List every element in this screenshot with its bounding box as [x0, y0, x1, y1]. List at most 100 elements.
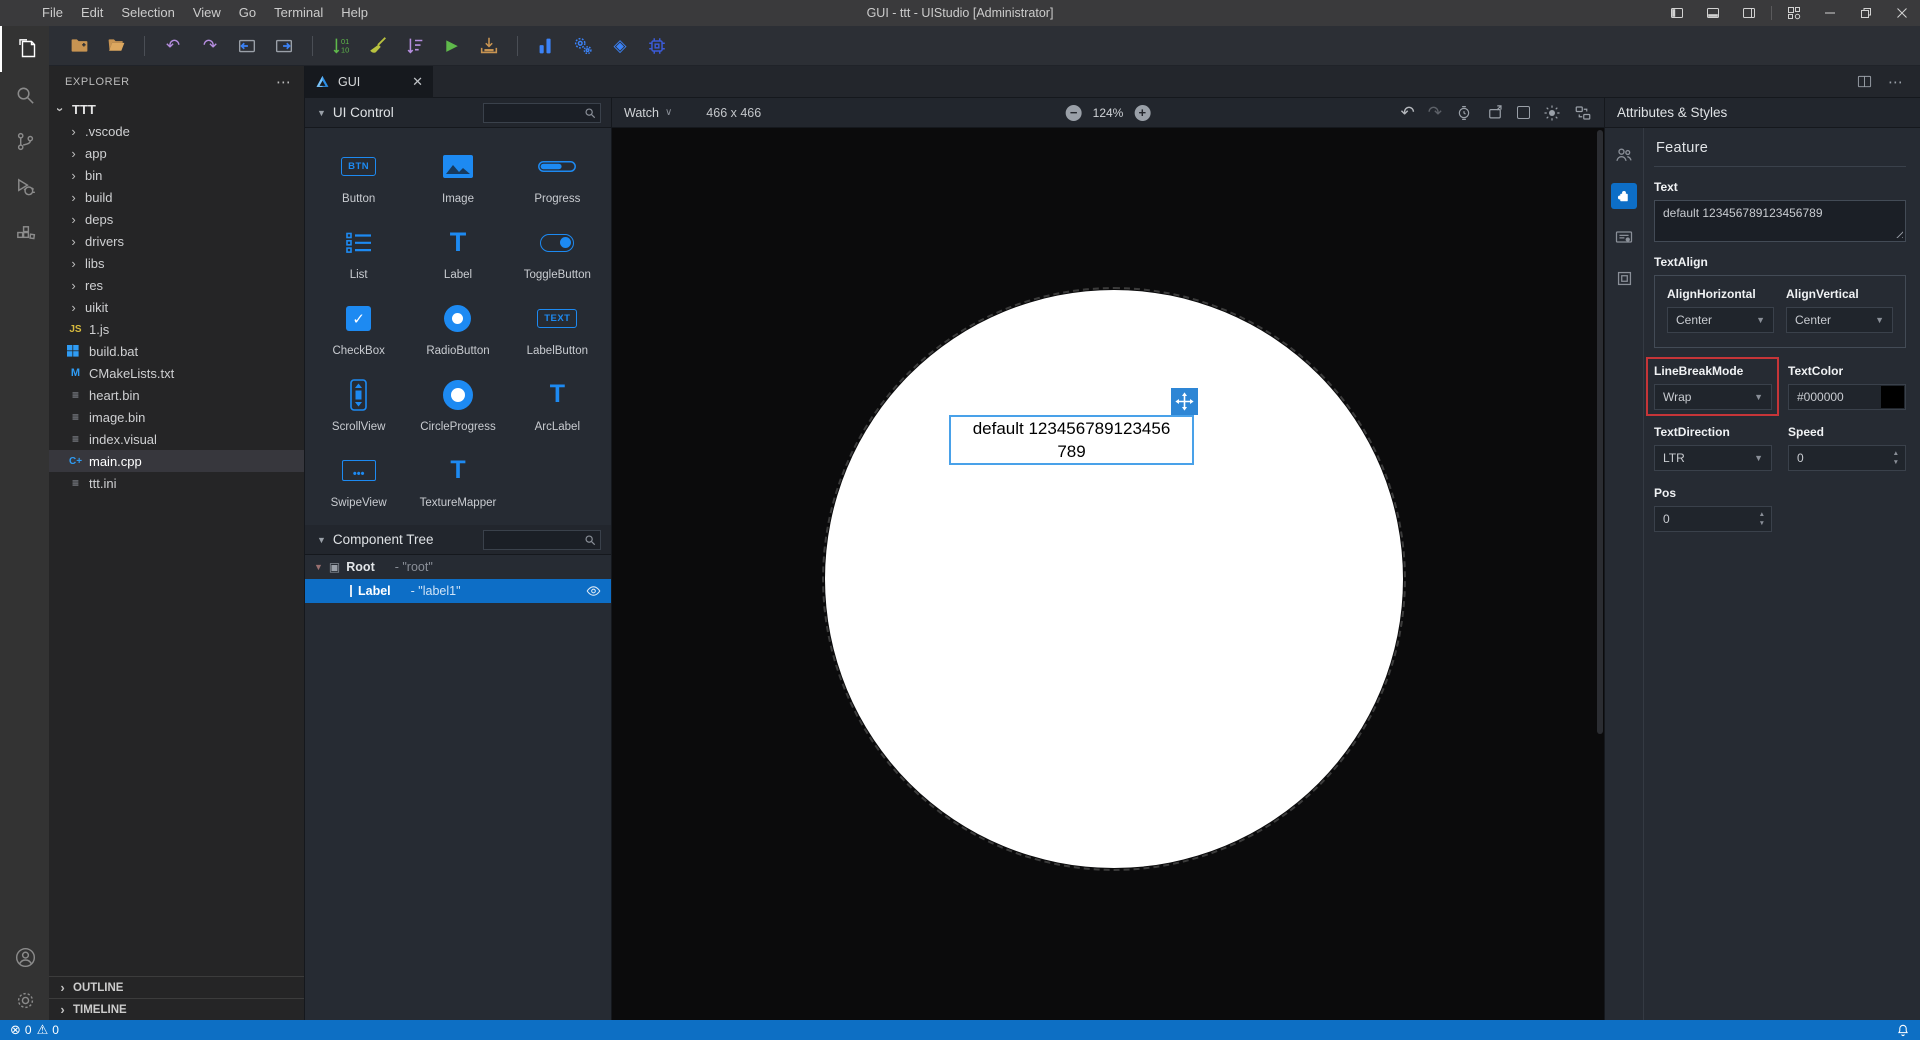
- layout-sidebar-right-icon[interactable]: [1731, 0, 1767, 26]
- palette-checkbox[interactable]: ✓ CheckBox: [309, 292, 408, 365]
- activity-search-icon[interactable]: [0, 72, 49, 118]
- tree-file-maincpp[interactable]: C+ main.cpp: [49, 450, 304, 472]
- brightness-sun-icon[interactable]: [1543, 104, 1561, 122]
- chip-icon[interactable]: [645, 34, 669, 58]
- pos-input[interactable]: 0 ▲ ▼: [1654, 506, 1772, 532]
- palette-list[interactable]: List: [309, 216, 408, 289]
- open-folder-icon[interactable]: [104, 34, 128, 58]
- stepper-arrows-icon[interactable]: ▲ ▼: [1759, 511, 1765, 526]
- visibility-eye-icon[interactable]: [586, 585, 601, 597]
- split-editor-icon[interactable]: [1857, 74, 1872, 89]
- menu-selection[interactable]: Selection: [112, 0, 183, 26]
- outline-section[interactable]: › OUTLINE: [49, 976, 304, 998]
- new-folder-icon[interactable]: [67, 34, 91, 58]
- palette-image[interactable]: Image: [408, 140, 507, 213]
- ui-control-search-input[interactable]: [488, 105, 584, 120]
- activity-extensions-icon[interactable]: [0, 210, 49, 256]
- textdirection-select[interactable]: LTR ▼: [1654, 445, 1772, 471]
- notifications-bell-icon[interactable]: [1896, 1023, 1910, 1037]
- palette-texturemapper[interactable]: T TextureMapper: [408, 444, 507, 517]
- layout-panel-icon[interactable]: [1695, 0, 1731, 26]
- text-value-input[interactable]: default 123456789123456789: [1654, 200, 1906, 242]
- palette-arclabel[interactable]: T ArcLabel: [508, 368, 607, 441]
- tree-folder-uikit[interactable]: › uikit: [49, 296, 304, 318]
- tree-folder-libs[interactable]: › libs: [49, 252, 304, 274]
- timeline-section[interactable]: › TIMELINE: [49, 998, 304, 1020]
- tree-file-buildbat[interactable]: build.bat: [49, 340, 304, 362]
- gears-icon[interactable]: [571, 34, 595, 58]
- errors-status[interactable]: ⊗ 0: [10, 1022, 32, 1038]
- rotate-screen-icon[interactable]: [1486, 104, 1504, 122]
- tree-root-ttt[interactable]: › TTT: [49, 98, 304, 120]
- menu-terminal[interactable]: Terminal: [265, 0, 332, 26]
- stats-bars-icon[interactable]: [534, 34, 558, 58]
- canvas-label-element[interactable]: default 123456789123456 789: [949, 415, 1194, 465]
- activity-run-debug-icon[interactable]: [0, 164, 49, 210]
- speed-input[interactable]: 0 ▲ ▼: [1788, 445, 1906, 471]
- tree-folder-build[interactable]: › build: [49, 186, 304, 208]
- tab-gui[interactable]: GUI ✕: [305, 65, 433, 98]
- sort-lines-icon[interactable]: [403, 34, 427, 58]
- explorer-more-actions-icon[interactable]: ⋯: [276, 73, 292, 91]
- redo-icon[interactable]: ↷: [198, 34, 222, 58]
- collapse-triangle-icon[interactable]: ▼: [314, 562, 323, 572]
- palette-label-item[interactable]: T Label: [408, 216, 507, 289]
- zoom-in-button[interactable]: +: [1134, 104, 1151, 121]
- tree-node-label1[interactable]: Label - "label1": [305, 579, 611, 603]
- tree-file-imagebin[interactable]: ≡ image.bin: [49, 406, 304, 428]
- tree-folder-drivers[interactable]: › drivers: [49, 230, 304, 252]
- tree-file-1js[interactable]: JS 1.js: [49, 318, 304, 340]
- account-icon[interactable]: [0, 934, 49, 980]
- menu-go[interactable]: Go: [230, 0, 265, 26]
- diamond-icon[interactable]: ◈: [608, 34, 632, 58]
- stepper-arrows-icon[interactable]: ▲ ▼: [1893, 450, 1899, 465]
- run-play-icon[interactable]: ▶: [440, 34, 464, 58]
- palette-scrollview[interactable]: ScrollView: [309, 368, 408, 441]
- menu-help[interactable]: Help: [332, 0, 377, 26]
- settings-gear-icon[interactable]: [0, 980, 49, 1020]
- palette-circleprogress[interactable]: CircleProgress: [408, 368, 507, 441]
- palette-button[interactable]: BTN Button: [309, 140, 408, 213]
- canvas-undo-icon[interactable]: ↶: [1401, 104, 1415, 121]
- canvas-viewport[interactable]: default 123456789123456 789: [612, 128, 1604, 1020]
- warnings-status[interactable]: ⚠ 0: [37, 1022, 59, 1038]
- palette-togglebutton[interactable]: ToggleButton: [508, 216, 607, 289]
- component-tree-search[interactable]: [483, 529, 601, 550]
- move-into-window-icon[interactable]: [235, 34, 259, 58]
- palette-progress[interactable]: Progress: [508, 140, 607, 213]
- form-info-icon[interactable]: [1611, 224, 1637, 250]
- color-swatch[interactable]: [1881, 386, 1904, 408]
- move-out-window-icon[interactable]: [272, 34, 296, 58]
- minimize-button[interactable]: [1812, 0, 1848, 26]
- watch-device-icon[interactable]: [1455, 104, 1473, 122]
- canvas-redo-icon[interactable]: ↷: [1428, 104, 1442, 121]
- tree-file-heartbin[interactable]: ≡ heart.bin: [49, 384, 304, 406]
- move-handle[interactable]: [1171, 388, 1198, 415]
- tree-folder-res[interactable]: › res: [49, 274, 304, 296]
- checkbox-outline-icon[interactable]: [1517, 106, 1530, 119]
- collapse-triangle-icon[interactable]: ▼: [317, 108, 326, 118]
- tree-file-cmakelists[interactable]: M CMakeLists.txt: [49, 362, 304, 384]
- activity-explorer-icon[interactable]: [0, 26, 49, 72]
- device-round-screen[interactable]: [825, 290, 1403, 868]
- users-icon[interactable]: [1611, 142, 1637, 168]
- editor-more-actions-icon[interactable]: ⋯: [1888, 73, 1904, 91]
- zoom-out-button[interactable]: −: [1065, 104, 1082, 121]
- tree-node-root[interactable]: ▼ ▣ Root - "root": [305, 555, 611, 579]
- tree-file-tttini[interactable]: ≡ ttt.ini: [49, 472, 304, 494]
- restore-button[interactable]: [1848, 0, 1884, 26]
- palette-radiobutton[interactable]: RadioButton: [408, 292, 507, 365]
- undo-icon[interactable]: ↶: [161, 34, 185, 58]
- component-tree-search-input[interactable]: [488, 532, 584, 547]
- tree-folder-app[interactable]: › app: [49, 142, 304, 164]
- textcolor-input[interactable]: #000000: [1788, 384, 1906, 410]
- tree-folder-deps[interactable]: › deps: [49, 208, 304, 230]
- customize-layout-icon[interactable]: [1776, 0, 1812, 26]
- frame-square-icon[interactable]: [1611, 265, 1637, 291]
- swap-layout-icon[interactable]: [1574, 104, 1592, 122]
- tree-file-indexvisual[interactable]: ≡ index.visual: [49, 428, 304, 450]
- collapse-triangle-icon[interactable]: ▼: [317, 535, 326, 545]
- tree-folder-vscode[interactable]: › .vscode: [49, 120, 304, 142]
- layout-sidebar-left-icon[interactable]: [1659, 0, 1695, 26]
- sort-numeric-icon[interactable]: 01 10: [329, 34, 353, 58]
